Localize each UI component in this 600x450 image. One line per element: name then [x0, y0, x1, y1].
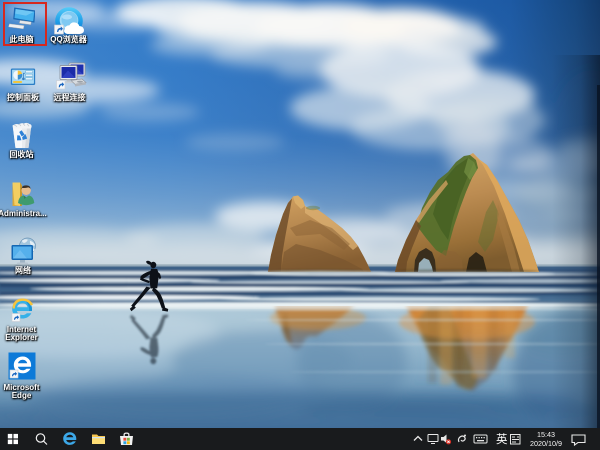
svg-text:15:43: 15:43 — [537, 430, 555, 439]
svg-text:英: 英 — [496, 432, 508, 446]
svg-text:2020/10/9: 2020/10/9 — [530, 439, 562, 448]
